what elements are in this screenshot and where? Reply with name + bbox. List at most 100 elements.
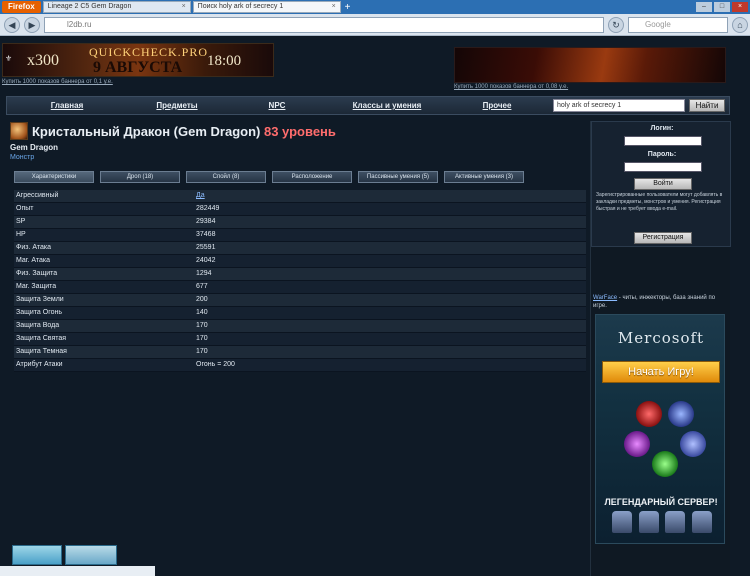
promo-characters — [612, 511, 712, 535]
character-icon — [638, 511, 659, 533]
banner-date: 9 АВГУСТА — [93, 59, 183, 76]
page: ⚜ x300 QUICKCHECK.PRO 9 АВГУСТА 18:00 Ку… — [0, 37, 750, 576]
back-arrow-icon[interactable]: ◀ — [4, 16, 20, 33]
monster-name: Кристальный Дракон (Gem Dragon) — [32, 123, 261, 139]
tab-location[interactable]: Расположение — [272, 171, 352, 183]
password-label: Пароль: — [647, 151, 677, 158]
nav-other[interactable]: Прочее — [447, 101, 547, 110]
page-title: Кристальный Дракон (Gem Dragon) 83 урове… — [32, 124, 336, 139]
monster-icon — [10, 122, 28, 140]
tab-1-label: Lineage 2 C5 Gem Dragon — [47, 3, 132, 10]
close-icon[interactable]: × — [182, 2, 186, 12]
blue-gem-icon — [668, 401, 694, 427]
stat-value: 170 — [196, 348, 208, 355]
banner-logo-icon: ⚜ — [5, 54, 13, 63]
browser-status-bar — [0, 566, 155, 576]
login-label: Логин: — [650, 125, 674, 132]
table-row: Защита Земли 200 — [14, 294, 586, 307]
maximize-icon[interactable]: □ — [714, 2, 730, 12]
content-tabs: Характеристики Дроп (18) Спойл (8) Распо… — [14, 171, 534, 183]
promo-banner[interactable]: Mercosoft Начать Игру! ЛЕГЕНДАРНЫЙ СЕРВЕ… — [595, 314, 725, 544]
tab-spoil[interactable]: Спойл (8) — [186, 171, 266, 183]
table-row: Маг. Защита 677 — [14, 281, 586, 294]
promo-brand: Mercosoft — [617, 329, 705, 347]
table-row: Агрессивный Да — [14, 190, 586, 203]
banner-left[interactable]: ⚜ x300 QUICKCHECK.PRO 9 АВГУСТА 18:00 — [2, 43, 274, 77]
stat-key: HP — [16, 231, 26, 238]
banner-left-caption-link[interactable]: Купить 1000 показов баннера от 0,1 у.е. — [2, 79, 113, 85]
bottom-banner-1[interactable] — [12, 545, 62, 565]
table-row: SP 29384 — [14, 216, 586, 229]
stat-key: Атрибут Атаки — [16, 361, 63, 368]
browser-nav-bar: ◀ ▶ l2db.ru ↻ Google ⌂ — [0, 14, 750, 36]
stat-value: Огонь = 200 — [196, 361, 235, 368]
browser-tab-strip: Firefox Lineage 2 C5 Gem Dragon × Поиск … — [0, 0, 750, 14]
stat-value: 24042 — [196, 257, 216, 264]
tab-2-label: Поиск holy ark of secrecy 1 — [197, 3, 284, 10]
character-icon — [691, 511, 712, 533]
monster-type-link[interactable]: Монстр — [10, 154, 588, 161]
tab-passive-skills[interactable]: Пассивные умения (5) — [358, 171, 438, 183]
sidebar: Логин: Пароль: Войти Зарегистрированные … — [590, 121, 731, 576]
table-row: Маг. Атака 24042 — [14, 255, 586, 268]
url-bar[interactable]: l2db.ru — [44, 16, 604, 33]
banner-rate: x300 — [27, 52, 59, 69]
stat-value: 37468 — [196, 231, 216, 238]
nav-classes[interactable]: Классы и умения — [327, 101, 447, 110]
stat-key: Маг. Защита — [16, 283, 57, 290]
start-game-button[interactable]: Начать Игру! — [602, 361, 720, 383]
banner-right-caption-link[interactable]: Купить 1000 показов баннера от 0,08 у.е. — [454, 84, 568, 90]
nav-npc[interactable]: NPC — [227, 101, 327, 110]
password-input[interactable] — [624, 162, 702, 172]
minimize-icon[interactable]: – — [696, 2, 712, 12]
browser-tab-2[interactable]: Поиск holy ark of secrecy 1 × — [192, 1, 341, 13]
table-row: HP 37468 — [14, 229, 586, 242]
main-nav: Главная Предметы NPC Классы и умения Про… — [6, 96, 730, 115]
find-button[interactable]: Найти — [689, 99, 725, 112]
stat-key: Маг. Атака — [16, 257, 51, 264]
tab-active-skills[interactable]: Активные умения (3) — [444, 171, 524, 183]
stat-key: Опыт — [16, 205, 34, 212]
monster-en-name: Gem Dragon — [10, 143, 59, 152]
register-button[interactable]: Регистрация — [634, 232, 692, 244]
warface-ad: WarFace - читы, инжекторы, база знаний п… — [593, 294, 729, 310]
close-icon[interactable]: × — [332, 2, 336, 12]
tab-stats[interactable]: Характеристики — [14, 171, 94, 183]
banner-right[interactable] — [454, 47, 726, 83]
character-icon — [612, 511, 632, 533]
login-button[interactable]: Войти — [634, 178, 692, 190]
stat-key: Защита Огонь — [16, 309, 63, 316]
nav-home[interactable]: Главная — [7, 101, 127, 110]
login-input[interactable] — [624, 136, 702, 146]
window-close-icon[interactable]: × — [732, 2, 748, 12]
stat-value: 29384 — [196, 218, 216, 225]
browser-search-input[interactable]: Google — [628, 16, 728, 33]
table-row: Защита Святая 170 — [14, 333, 586, 346]
home-icon[interactable]: ⌂ — [732, 16, 748, 33]
tab-drop[interactable]: Дроп (18) — [100, 171, 180, 183]
firefox-menu-button[interactable]: Firefox — [2, 1, 41, 13]
table-row: Защита Вода 170 — [14, 320, 586, 333]
banner-time: 18:00 — [207, 53, 242, 69]
stat-key: Физ. Защита — [16, 270, 58, 277]
stat-key: SP — [16, 218, 26, 225]
table-row: Физ. Защита 1294 — [14, 268, 586, 281]
stat-value: 282449 — [196, 205, 220, 212]
new-tab-icon[interactable]: + — [345, 2, 351, 13]
site-search-input[interactable]: holy ark of secrecy 1 — [553, 99, 685, 112]
login-box: Логин: Пароль: Войти Зарегистрированные … — [591, 121, 731, 247]
bottom-banner-2[interactable] — [65, 545, 117, 565]
stat-key: Защита Земли — [16, 296, 64, 303]
monster-level: 83 уровень — [263, 123, 336, 139]
warface-link[interactable]: WarFace — [593, 295, 617, 301]
reload-icon[interactable]: ↻ — [608, 16, 624, 33]
red-gem-icon — [636, 401, 662, 427]
stat-key: Защита Святая — [16, 335, 67, 342]
stat-value[interactable]: Да — [194, 190, 586, 202]
character-icon — [665, 511, 686, 533]
browser-tab-1[interactable]: Lineage 2 C5 Gem Dragon × — [42, 1, 191, 13]
nav-items[interactable]: Предметы — [127, 101, 227, 110]
table-row: Атрибут Атаки Огонь = 200 — [14, 359, 586, 372]
table-row: Опыт 282449 — [14, 203, 586, 216]
forward-arrow-icon[interactable]: ▶ — [24, 16, 40, 33]
